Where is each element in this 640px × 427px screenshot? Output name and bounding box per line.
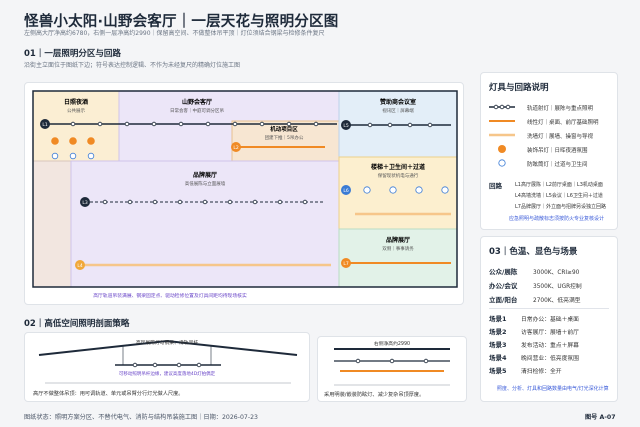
badge-l5-text: L5 bbox=[343, 123, 349, 129]
section-right-card: 右侧净高约2990 采用明装/嵌装防眩灯、减少复杂吊顶厚度。 bbox=[317, 336, 467, 402]
lighting-plan-diagram: 日照夜酒 公共展示 山野会客厅 日常会客｜中庭可调分区吊 机动项目区 团建下推｜… bbox=[32, 90, 458, 299]
legend-item-wallwash: 洗墙灯｜展墙、操窗与导视 bbox=[527, 134, 594, 140]
section-right-foot: 采用明装/嵌装防眩灯、减少复杂吊顶厚度。 bbox=[324, 390, 424, 398]
legend-item-pendant: 装饰吊灯｜日晖夜酒氛围 bbox=[527, 148, 588, 154]
section-left-card: 高厅展陈灯与钢梁、滑轨吊杆 可移动照明吊杆边缘，建议高度落地4D灯拍偶定 高厅不… bbox=[24, 332, 310, 402]
zone-sub-3: 团建下推｜5吊办公 bbox=[265, 134, 304, 141]
zone-sub-7: 双侧｜事事请务 bbox=[382, 245, 414, 252]
legend-loops-note: 应急照明与疏散标志须按防火专业复核设计 bbox=[509, 216, 605, 222]
section-left-diagram: 高厅展陈灯与钢梁、滑轨吊杆 可移动照明吊杆边缘，建议高度落地4D灯拍偶定 高厅不… bbox=[33, 339, 298, 397]
section-right-diagram: 右侧净高约2990 采用明装/嵌装防眩灯、减少复杂吊顶厚度。 bbox=[324, 340, 450, 398]
cct-divider bbox=[489, 308, 609, 309]
zone-sub-5: 高低展陈与立面展墙 bbox=[185, 180, 226, 187]
cct-key-1: 公众/展陈 bbox=[489, 268, 518, 276]
scene-val-4: 晚间营业：低亮度氛围 bbox=[521, 356, 579, 362]
zone-sub-1: 公共展示 bbox=[67, 107, 85, 114]
zone-label-2: 山野会客厅 bbox=[182, 98, 212, 106]
zone-label-4: 赞助商会议室 bbox=[379, 98, 416, 106]
legend-item-linear: 线性灯｜桌面、前厅基础照明 bbox=[527, 120, 599, 126]
page-subtitle: 左侧高大厅净高约6780，右侧一层净高约2990｜保留高空间、不做整体吊平顶｜灯… bbox=[24, 30, 325, 37]
cct-val-1: 3000K、CRI≥90 bbox=[533, 270, 580, 276]
badge-l1-text: L1 bbox=[42, 122, 48, 128]
legend-card: 灯具与回路说明 轨道射灯｜展陈与重点照明 线性灯｜桌面、前厅基础照明 洗墙灯｜展… bbox=[480, 72, 618, 230]
scene-val-5: 清扫检修：全开 bbox=[521, 369, 562, 375]
zone-sub-2: 日常会客｜中庭可调分区吊 bbox=[170, 107, 224, 114]
section-left-foot: 高厅不做整体吊顶：用可调轨道、单元或吊臂分行灯光做人尺度。 bbox=[33, 389, 183, 397]
zone-sub-6: 保留现状机电与通行 bbox=[378, 172, 419, 179]
zone-label-7: 品牌展厅 bbox=[386, 236, 410, 244]
scene-key-4: 场景4 bbox=[489, 354, 507, 362]
badge-l3-text: L3 bbox=[82, 200, 88, 206]
legend-loop-2: L4高墙洗墙｜L5会议｜L6卫生间＋过道 bbox=[515, 193, 603, 199]
zone-label-6: 楼梯＋卫生间＋过道 bbox=[371, 163, 425, 171]
legend-loop-1: L1高厅展陈｜L2前厅桌面｜L3机动桌面 bbox=[515, 182, 603, 188]
legend-loop-3: L7品牌展厅｜外立面与招牌另设独立回路 bbox=[515, 204, 606, 210]
cct-val-2: 3500K、UGR控制 bbox=[533, 284, 582, 290]
legend-swatches bbox=[489, 104, 515, 167]
scene-key-5: 场景5 bbox=[489, 367, 507, 375]
drawing-number: 图号 A-07 bbox=[585, 414, 616, 421]
section-left-sub: 可移动照明吊杆边缘，建议高度落地4D灯拍偶定 bbox=[119, 370, 216, 377]
lighting-plan-card: 日照夜酒 公共展示 山野会客厅 日常会客｜中庭可调分区吊 机动项目区 团建下推｜… bbox=[24, 82, 464, 305]
cct-key-2: 办公/会议 bbox=[489, 282, 518, 290]
scene-val-3: 发布活动：重点＋屏幕 bbox=[521, 343, 579, 349]
scene-key-3: 场景3 bbox=[489, 341, 507, 349]
badge-l6-text: L6 bbox=[343, 188, 349, 194]
zone-label-1: 日照夜酒 bbox=[64, 98, 88, 106]
scene-key-1: 场景1 bbox=[489, 315, 507, 323]
badge-l4-text: L4 bbox=[77, 263, 83, 269]
zone-zhanting bbox=[70, 160, 340, 288]
badge-l7-text: L7 bbox=[343, 261, 349, 267]
scene-val-1: 日常办公：基础＋桌面 bbox=[521, 317, 579, 323]
zone-sub-4: 视讯区｜屏幕端 bbox=[382, 107, 414, 114]
cct-key-3: 立面/阳台 bbox=[489, 296, 518, 304]
scene-key-2: 场景2 bbox=[489, 328, 507, 336]
cct-title: 03｜色温、显色与场景 bbox=[489, 247, 578, 257]
footer-status: 图纸状态：照明方案分区、不替代电气、消防与结构吊装施工图｜日期：2026-07-… bbox=[24, 414, 258, 421]
cct-note: 照度、分析、灯具和回路数量由电气/灯光深化计算 bbox=[497, 386, 609, 392]
cct-card: 03｜色温、显色与场景 公众/展陈 3000K、CRI≥90 办公/会议 350… bbox=[480, 236, 618, 402]
legend-loops-label: 回路 bbox=[489, 182, 502, 190]
zone-left-strip bbox=[32, 160, 72, 288]
legend-title: 灯具与回路说明 bbox=[489, 83, 549, 93]
legend-item-track: 轨道射灯｜展陈与重点照明 bbox=[527, 106, 594, 112]
section-left-label: 高厅展陈灯与钢梁、滑轨吊杆 bbox=[136, 339, 199, 346]
badge-l2-text: L2 bbox=[233, 145, 239, 151]
legend-item-downlight: 防眩筒灯｜过道与卫生间 bbox=[527, 162, 588, 168]
section-1-heading: 01｜一层照明分区与回路 bbox=[24, 49, 121, 59]
scene-val-2: 访客展厅：展墙＋前厅 bbox=[521, 330, 579, 336]
zone-label-5: 品牌展厅 bbox=[193, 171, 217, 179]
plan-note: 高厅轨道吊装满展、钢梁固定点、驱动检修位置及灯具间距均待现场核实 bbox=[93, 292, 247, 299]
cct-val-3: 2700K、低亮满型 bbox=[533, 298, 581, 304]
section-right-label: 右侧净高约2990 bbox=[374, 340, 410, 347]
section-2-heading: 02｜高低空间照明剖面策略 bbox=[24, 319, 130, 329]
zone-label-3: 机动项目区 bbox=[269, 125, 298, 133]
section-1-note: 沿街主立面位于图纸下边；符号表达控制逻辑、不作为未经复尺的精确灯位施工图 bbox=[24, 62, 241, 69]
